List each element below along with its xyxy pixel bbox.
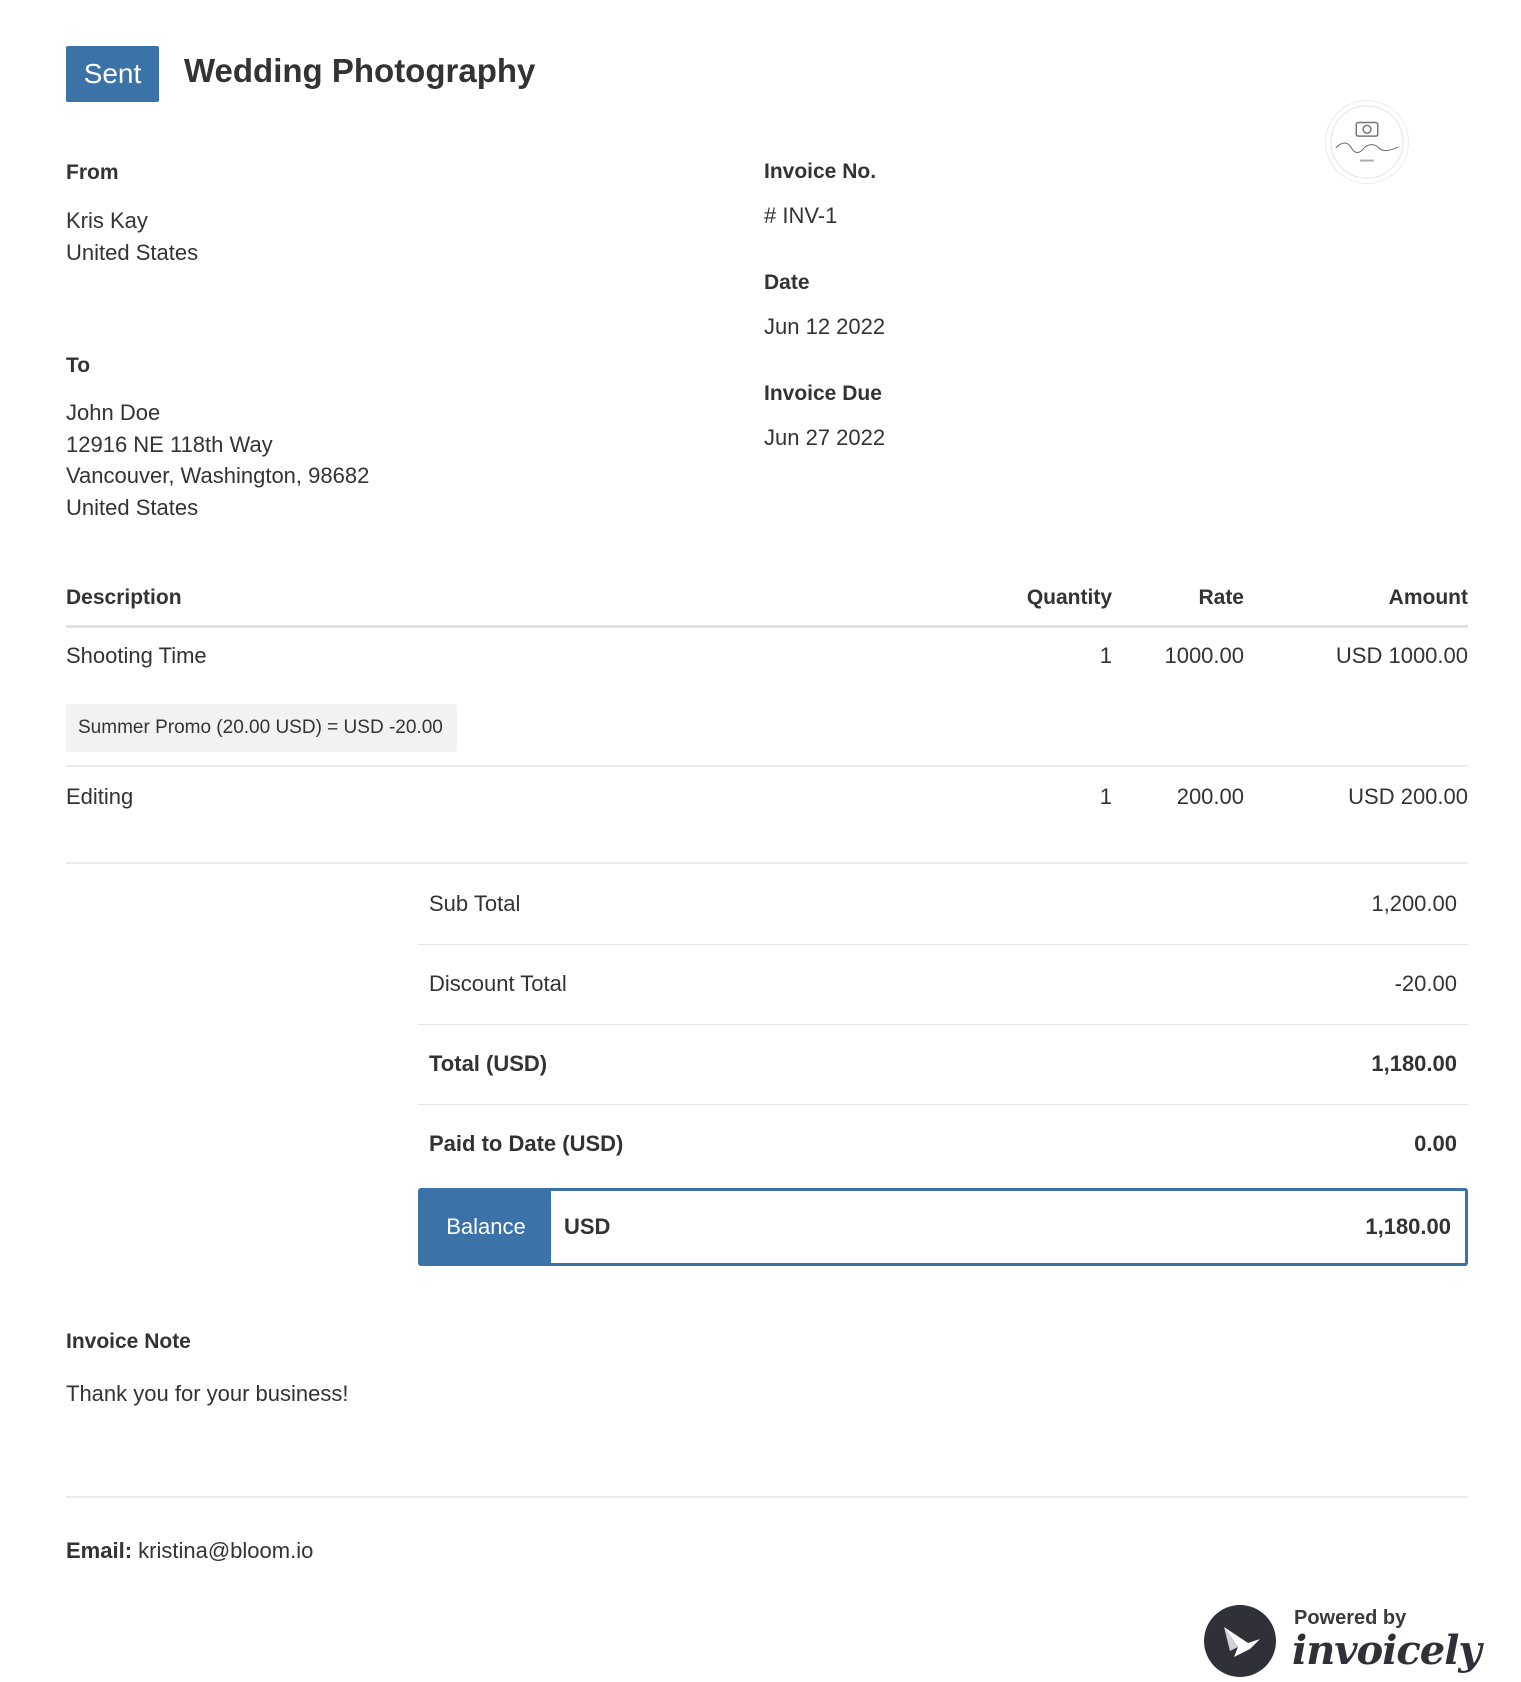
item-quantity: 1 — [1099, 784, 1112, 809]
due-label: Invoice Due — [764, 382, 882, 405]
item-description: Editing — [66, 784, 134, 809]
discount-badge: Summer Promo (20.00 USD) = USD -20.00 — [66, 704, 457, 752]
invoicely-logo: invoicely — [1292, 1627, 1482, 1674]
discount-total-value: -20.00 — [1394, 971, 1457, 996]
paid-to-date-label: Paid to Date (USD) — [429, 1131, 624, 1156]
discount-total-label: Discount Total — [429, 971, 567, 996]
company-logo — [1325, 100, 1409, 184]
row-divider — [66, 765, 1468, 767]
col-amount: Amount — [1388, 586, 1468, 609]
to-name: John Doe — [66, 400, 161, 425]
balance-label: Balance — [421, 1191, 551, 1263]
paid-to-date-row: Paid to Date (USD) 0.00 — [418, 1105, 1468, 1185]
status-badge: Sent — [66, 46, 159, 102]
email-line: Email: kristina@bloom.io — [66, 1538, 313, 1564]
col-quantity: Quantity — [1026, 586, 1112, 609]
row-divider — [66, 862, 1468, 864]
item-description: Shooting Time — [66, 643, 207, 668]
item-amount: USD 1000.00 — [1335, 643, 1468, 668]
to-city: Vancouver, Washington, 98682 — [66, 463, 370, 488]
due-date: Jun 27 2022 — [764, 425, 886, 450]
to-country: United States — [66, 495, 199, 520]
balance-value: 1,180.00 — [1365, 1214, 1451, 1239]
discount-total-row: Discount Total -20.00 — [418, 945, 1468, 1025]
total-value: 1,180.00 — [1371, 1051, 1457, 1076]
to-label: To — [66, 354, 91, 377]
to-street: 12916 NE 118th Way — [66, 432, 273, 457]
paid-to-date-value: 0.00 — [1414, 1131, 1457, 1156]
from-name: Kris Kay — [66, 208, 148, 233]
total-label: Total (USD) — [429, 1051, 548, 1076]
invoicely-bird-icon — [1204, 1605, 1276, 1677]
camera-logo-icon — [1330, 105, 1404, 179]
balance-box: Balance USD 1,180.00 — [418, 1188, 1468, 1266]
item-rate: 1000.00 — [1164, 643, 1244, 668]
item-amount: USD 200.00 — [1348, 784, 1468, 809]
col-description: Description — [66, 586, 182, 609]
subtotal-value: 1,200.00 — [1371, 891, 1457, 916]
item-rate: 200.00 — [1176, 784, 1244, 809]
from-country: United States — [66, 240, 199, 265]
email-label: Email: — [66, 1538, 133, 1563]
subtotal-label: Sub Total — [429, 891, 521, 916]
page-title: Wedding Photography — [184, 52, 536, 89]
invoice-number: # INV-1 — [764, 203, 838, 228]
date-label: Date — [764, 271, 810, 294]
email-address[interactable]: kristina@bloom.io — [138, 1538, 313, 1563]
powered-by-badge[interactable]: Powered by invoicely — [1204, 1601, 1482, 1677]
from-label: From — [66, 161, 119, 184]
invoice-date: Jun 12 2022 — [764, 314, 886, 339]
item-quantity: 1 — [1099, 643, 1112, 668]
balance-currency: USD — [564, 1214, 611, 1239]
invoice-note-label: Invoice Note — [66, 1330, 191, 1353]
invoice-no-label: Invoice No. — [764, 160, 877, 183]
col-rate: Rate — [1198, 586, 1244, 609]
invoice-note-text: Thank you for your business! — [66, 1381, 349, 1406]
items-table-header: Description Quantity Rate Amount — [66, 586, 1468, 628]
footer-divider — [66, 1496, 1468, 1498]
subtotal-row: Sub Total 1,200.00 — [418, 865, 1468, 945]
total-row: Total (USD) 1,180.00 — [418, 1025, 1468, 1105]
